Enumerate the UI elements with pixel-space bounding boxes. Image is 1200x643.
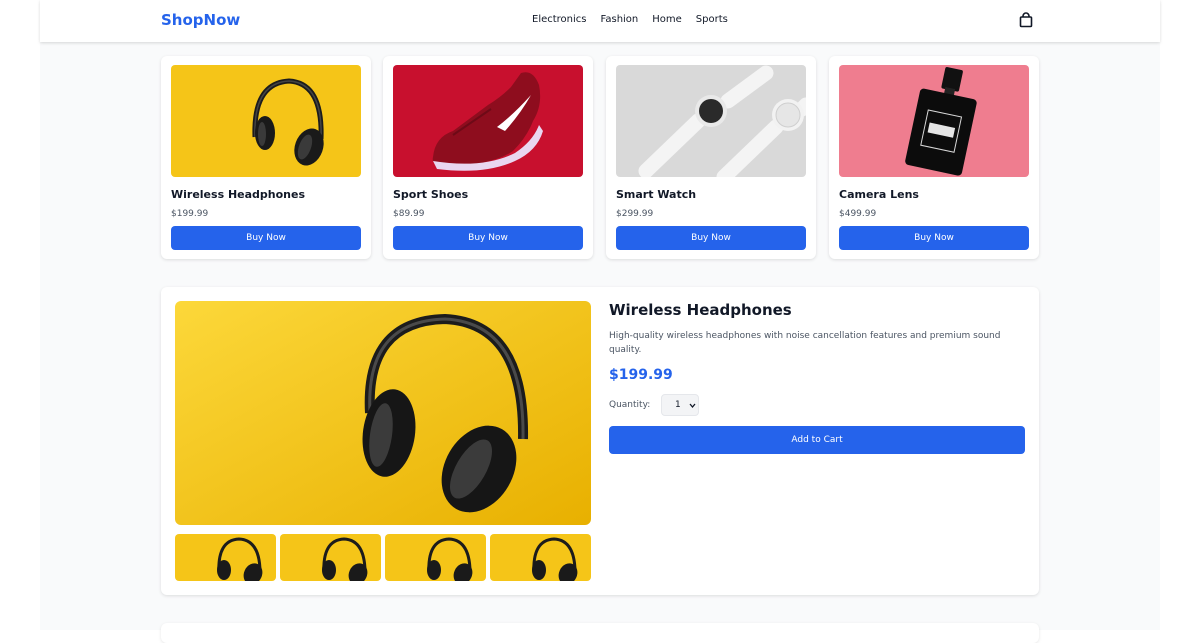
product-price: $299.99	[616, 209, 654, 219]
sneaker-image	[393, 65, 583, 177]
nav-link-fashion[interactable]: Fashion	[601, 14, 639, 25]
quantity-label: Quantity:	[609, 400, 651, 410]
product-name: Camera Lens	[839, 188, 919, 201]
smartwatch-image	[616, 65, 806, 177]
nav-link-home[interactable]: Home	[652, 14, 682, 25]
next-section-card	[161, 623, 1039, 643]
brand-logo[interactable]: ShopNow	[161, 11, 240, 29]
page: ShopNow Electronics Fashion Home Sports …	[40, 0, 1160, 643]
product-price: $199.99	[171, 209, 209, 219]
main-product-image	[175, 301, 591, 525]
chevron-down-icon	[689, 403, 696, 409]
quantity-value: 1	[675, 400, 681, 410]
product-price: $89.99	[393, 209, 425, 219]
navbar: ShopNow Electronics Fashion Home Sports	[40, 0, 1160, 42]
product-detail-panel: Wireless Headphones High-quality wireles…	[161, 287, 1039, 595]
thumbnail-image[interactable]	[385, 534, 486, 581]
shopping-bag-icon[interactable]	[1019, 12, 1033, 28]
product-card-headphones: Wireless Headphones $199.99 Buy Now	[161, 56, 371, 259]
nav-links: Electronics Fashion Home Sports	[532, 14, 728, 25]
headphones-image	[171, 65, 361, 177]
product-card-camera-lens: Camera Lens $499.99 Buy Now	[829, 56, 1039, 259]
thumbnail-image[interactable]	[175, 534, 276, 581]
quantity-select[interactable]: 1	[661, 394, 699, 416]
perfume-bottle-image	[839, 65, 1029, 177]
buy-now-button[interactable]: Buy Now	[839, 226, 1029, 250]
buy-now-button[interactable]: Buy Now	[171, 226, 361, 250]
thumbnail-image[interactable]	[280, 534, 381, 581]
product-name: Sport Shoes	[393, 188, 469, 201]
product-price: $499.99	[839, 209, 877, 219]
product-name: Wireless Headphones	[171, 188, 306, 201]
product-title: Wireless Headphones	[609, 301, 792, 319]
buy-now-button[interactable]: Buy Now	[393, 226, 583, 250]
product-card-shoes: Sport Shoes $89.99 Buy Now	[383, 56, 593, 259]
product-price: $199.99	[609, 367, 673, 383]
buy-now-button[interactable]: Buy Now	[616, 226, 806, 250]
product-description: High-quality wireless headphones with no…	[609, 331, 1001, 355]
thumbnail-image[interactable]	[490, 534, 591, 581]
add-to-cart-button[interactable]: Add to Cart	[609, 426, 1025, 454]
nav-link-electronics[interactable]: Electronics	[532, 14, 587, 25]
product-card-watch: Smart Watch $299.99 Buy Now	[606, 56, 816, 259]
nav-link-sports[interactable]: Sports	[696, 14, 728, 25]
product-name: Smart Watch	[616, 188, 697, 201]
